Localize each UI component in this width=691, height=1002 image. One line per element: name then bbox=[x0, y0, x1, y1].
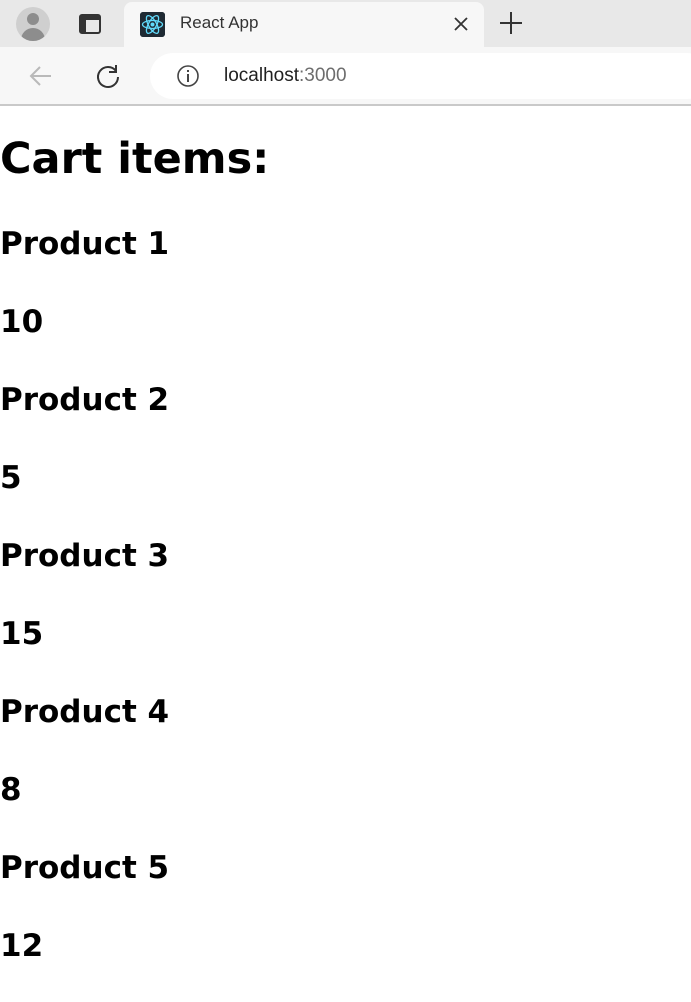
browser-tab-bar: React App bbox=[0, 0, 691, 47]
url-text[interactable]: localhost:3000 bbox=[224, 65, 347, 87]
url-host: localhost bbox=[224, 65, 299, 86]
cart-list: Product 1 10 Product 2 5 Product 3 15 Pr… bbox=[0, 222, 691, 1002]
close-tab-icon[interactable] bbox=[450, 13, 472, 35]
react-logo-icon bbox=[140, 12, 165, 37]
cart-item-quantity: 10 bbox=[0, 304, 44, 340]
tab-title: React App bbox=[180, 13, 259, 32]
cart-item-name: Product 4 bbox=[0, 694, 170, 730]
cart-item-quantity: 8 bbox=[0, 772, 22, 808]
cart-item-quantity: 15 bbox=[0, 616, 44, 652]
cart-item: Product 3 15 bbox=[0, 534, 691, 690]
address-bar[interactable]: localhost:3000 bbox=[150, 53, 691, 99]
site-info-icon[interactable] bbox=[176, 64, 200, 88]
cart-item-name: Product 5 bbox=[0, 850, 170, 886]
back-arrow-icon[interactable] bbox=[27, 62, 55, 90]
cart-item: Product 1 10 bbox=[0, 222, 691, 378]
cart-item-name: Product 3 bbox=[0, 538, 170, 574]
cart-item-quantity: 12 bbox=[0, 928, 44, 964]
profile-avatar-icon[interactable] bbox=[16, 7, 50, 41]
cart-item: Product 5 12 bbox=[0, 846, 691, 1002]
browser-tab-active[interactable]: React App bbox=[124, 2, 484, 47]
toolbar-divider bbox=[0, 104, 691, 106]
reload-icon[interactable] bbox=[94, 62, 122, 90]
tab-actions-icon[interactable] bbox=[76, 10, 104, 38]
cart-item-name: Product 2 bbox=[0, 382, 170, 418]
url-port: :3000 bbox=[299, 65, 347, 86]
cart-item-name: Product 1 bbox=[0, 226, 170, 262]
cart-item-quantity: 5 bbox=[0, 460, 22, 496]
cart-item: Product 4 8 bbox=[0, 690, 691, 846]
new-tab-plus-icon[interactable] bbox=[497, 9, 525, 37]
page-title: Cart items: bbox=[0, 134, 270, 184]
browser-toolbar: localhost:3000 bbox=[0, 47, 691, 105]
cart-item: Product 2 5 bbox=[0, 378, 691, 534]
